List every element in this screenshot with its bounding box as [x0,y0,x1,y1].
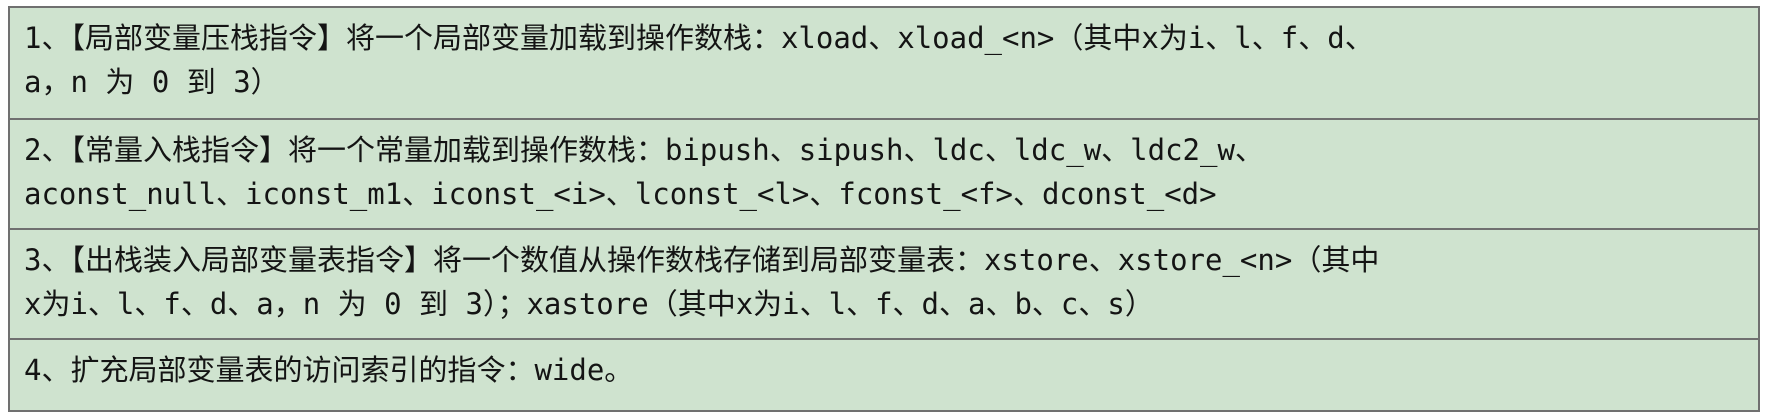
instruction-table: 1、【局部变量压栈指令】将一个局部变量加载到操作数栈：xload、xload_<… [8,6,1760,412]
row-text-line: aconst_null、iconst_m1、iconst_<i>、lconst_… [24,177,1217,211]
row-text-line: a，n 为 0 到 3） [24,65,280,99]
row-text-line: 4、扩充局部变量表的访问索引的指令：wide。 [24,353,634,387]
row-text-line: x为i、l、f、d、a，n 为 0 到 3）；xastore（其中x为i、l、f… [24,287,1154,321]
table-row-constant-push: 2、【常量入栈指令】将一个常量加载到操作数栈：bipush、sipush、ldc… [10,118,1758,228]
table-row-wide-instruction: 4、扩充局部变量表的访问索引的指令：wide。 [10,338,1758,412]
row-text-line: 3、【出栈装入局部变量表指令】将一个数值从操作数栈存储到局部变量表：xstore… [24,243,1380,277]
table-row-store-to-local-variable: 3、【出栈装入局部变量表指令】将一个数值从操作数栈存储到局部变量表：xstore… [10,228,1758,338]
table-row-local-variable-load: 1、【局部变量压栈指令】将一个局部变量加载到操作数栈：xload、xload_<… [10,8,1758,118]
row-text-line: 1、【局部变量压栈指令】将一个局部变量加载到操作数栈：xload、xload_<… [24,21,1374,55]
row-text-line: 2、【常量入栈指令】将一个常量加载到操作数栈：bipush、sipush、ldc… [24,133,1264,167]
